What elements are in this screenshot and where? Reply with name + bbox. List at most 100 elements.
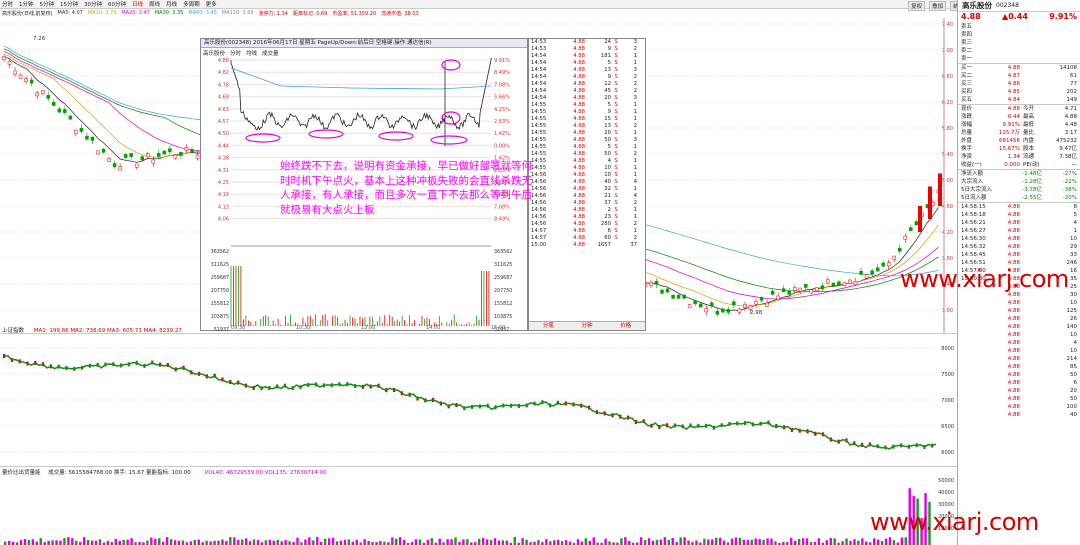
volume-bar [580,541,584,545]
quote-cell: 4.88 [1007,316,1020,322]
candle-body [848,279,852,284]
panel3-y-label: 40000 [938,490,954,496]
flow-label: 大宗流入 [961,179,984,185]
flow-pct: -20% [1062,195,1077,201]
tick-cell: S [614,151,618,157]
period-tab-8[interactable]: 月线 [166,0,177,8]
period-tab-7[interactable]: 周线 [149,0,160,8]
quote-cell: 4.88 [1007,236,1020,242]
period-tab-0[interactable]: 分时 [2,0,13,8]
popup-vol-y: 103875 [211,314,229,320]
volume-bar [189,541,193,545]
tick-cell: 4 [633,193,637,199]
stat-cell: 量比 [1023,130,1035,136]
candle-body [168,148,172,153]
tick-row: 14:56 4.88 37 S 2 [529,200,645,207]
quote-cell: 140 [1066,324,1078,330]
tick-row: 14:54 4.88 20 S 3 [529,95,645,102]
candle-body [875,267,880,272]
tick-row: 14:55 4.88 15 S 1 [529,116,645,123]
volume-bar [865,541,868,545]
tick-list[interactable]: 14:53 4.88 24 S 3 14:53 4.88 9 S 2 14:54 4.88 181 S 1 1… [528,38,646,331]
volume-chart[interactable]: 5000040000300002000010000 [0,476,957,545]
period-tab-5[interactable]: 60分钟 [108,0,126,8]
volume-bar [193,539,196,545]
stat-cell: 股本 [1023,146,1035,152]
popup-y-left: 4.50 [218,131,229,137]
quote-cell: 买一 [961,65,973,71]
volume-bar [4,541,7,545]
candle-body [649,282,653,286]
quote-row: 卖二 [958,47,1080,55]
candle-body [809,289,814,294]
period-tab-1[interactable]: 1分钟 [19,0,34,8]
candle-body [2,56,6,61]
volume-bar [707,539,710,545]
tick-row: 14:55 4.88 50 S 3 [529,137,645,144]
tick-cell [611,242,621,249]
volume-bar [553,540,556,545]
tick-row: 14:56 4.88 2 S 1 [529,207,645,214]
quote-row: 卖一 [958,55,1080,63]
tick-cell: 1 [633,158,637,164]
quote-cell: 4.88 [1007,396,1020,402]
popup-time-label: 15:00 [491,325,505,331]
panel2-title: 上证指数 MA1: 199.86 MA2: 738.69 MA3: 605.73… [2,326,182,334]
flow-pct: -27% [1062,171,1077,177]
tick-row: 14:53 4.88 24 S 3 [529,39,645,46]
popup-y-left: 4.06 [218,217,229,223]
quote-cell: 4.87 [1007,73,1020,79]
quote-cell: 4.88 [1007,356,1020,362]
quote-cell: 4.88 [1007,204,1020,210]
tick-cell: 14:54 [531,74,547,80]
popup-y-right: 1.42% [494,131,510,137]
tick-cell: S [614,123,618,129]
stat-cell: 1.34 [1007,154,1020,160]
tick-cell: 9 [607,46,611,52]
volume-bar [241,539,244,545]
stat-row: 外盘 681456 内盘 475232 [958,137,1080,145]
tick-cell: 3 [633,39,637,45]
volume-bar [485,539,489,545]
popup-y-left: 4.25 [218,180,229,186]
candle-body [892,255,896,260]
candle-body [18,74,23,79]
volume-bar [355,539,358,545]
period-tab-10[interactable]: 更多 [206,0,217,8]
stat-row: 现价 4.88 今开 4.71 [958,105,1080,113]
candle-body [46,94,50,99]
period-tab-2[interactable]: 5分钟 [40,0,55,8]
tool-button-1[interactable]: 叠加 [929,1,947,11]
volume-bar [568,541,572,545]
period-tab-3[interactable]: 15分钟 [60,0,78,8]
popup-y-left: 4.76 [218,82,229,88]
volume-bar [758,539,761,545]
volume-bar [217,540,220,545]
period-tab-4[interactable]: 30分钟 [84,0,102,8]
tick-tab-0[interactable]: 分笔 [529,322,568,330]
tick-tab-1[interactable]: 分钟 [568,322,607,330]
volume-bar [90,540,94,545]
candle-body [107,158,111,162]
period-tab-6[interactable]: 日线 [132,0,143,8]
period-tab-9[interactable]: 多周期 [183,0,200,8]
volume-bar [588,540,591,545]
index-chart[interactable]: 8000 7500 7000 6500 6000 [0,334,957,466]
tick-cell: 2 [633,88,637,94]
volume-bar [7,541,11,545]
tick-cell: 4.88 [573,116,585,122]
tick-cell: 4.88 [573,186,585,192]
tick-tab-2[interactable]: 价格 [606,322,645,330]
tick-row: 14:55 4.88 4 S 1 [529,158,645,165]
tool-button-0[interactable]: 复权 [908,1,926,11]
volume-bar [438,538,441,545]
tick-cell: S [614,81,618,87]
volume-bar [154,538,157,545]
tick-cell: 32 [604,186,611,192]
quote-row: 4.88 26 [958,315,1080,323]
volume-bar [801,538,805,545]
stat-cell: 9.47亿 [1059,146,1077,152]
volume-bar [857,540,860,545]
quote-cell [958,363,980,371]
candle-body [826,279,830,284]
